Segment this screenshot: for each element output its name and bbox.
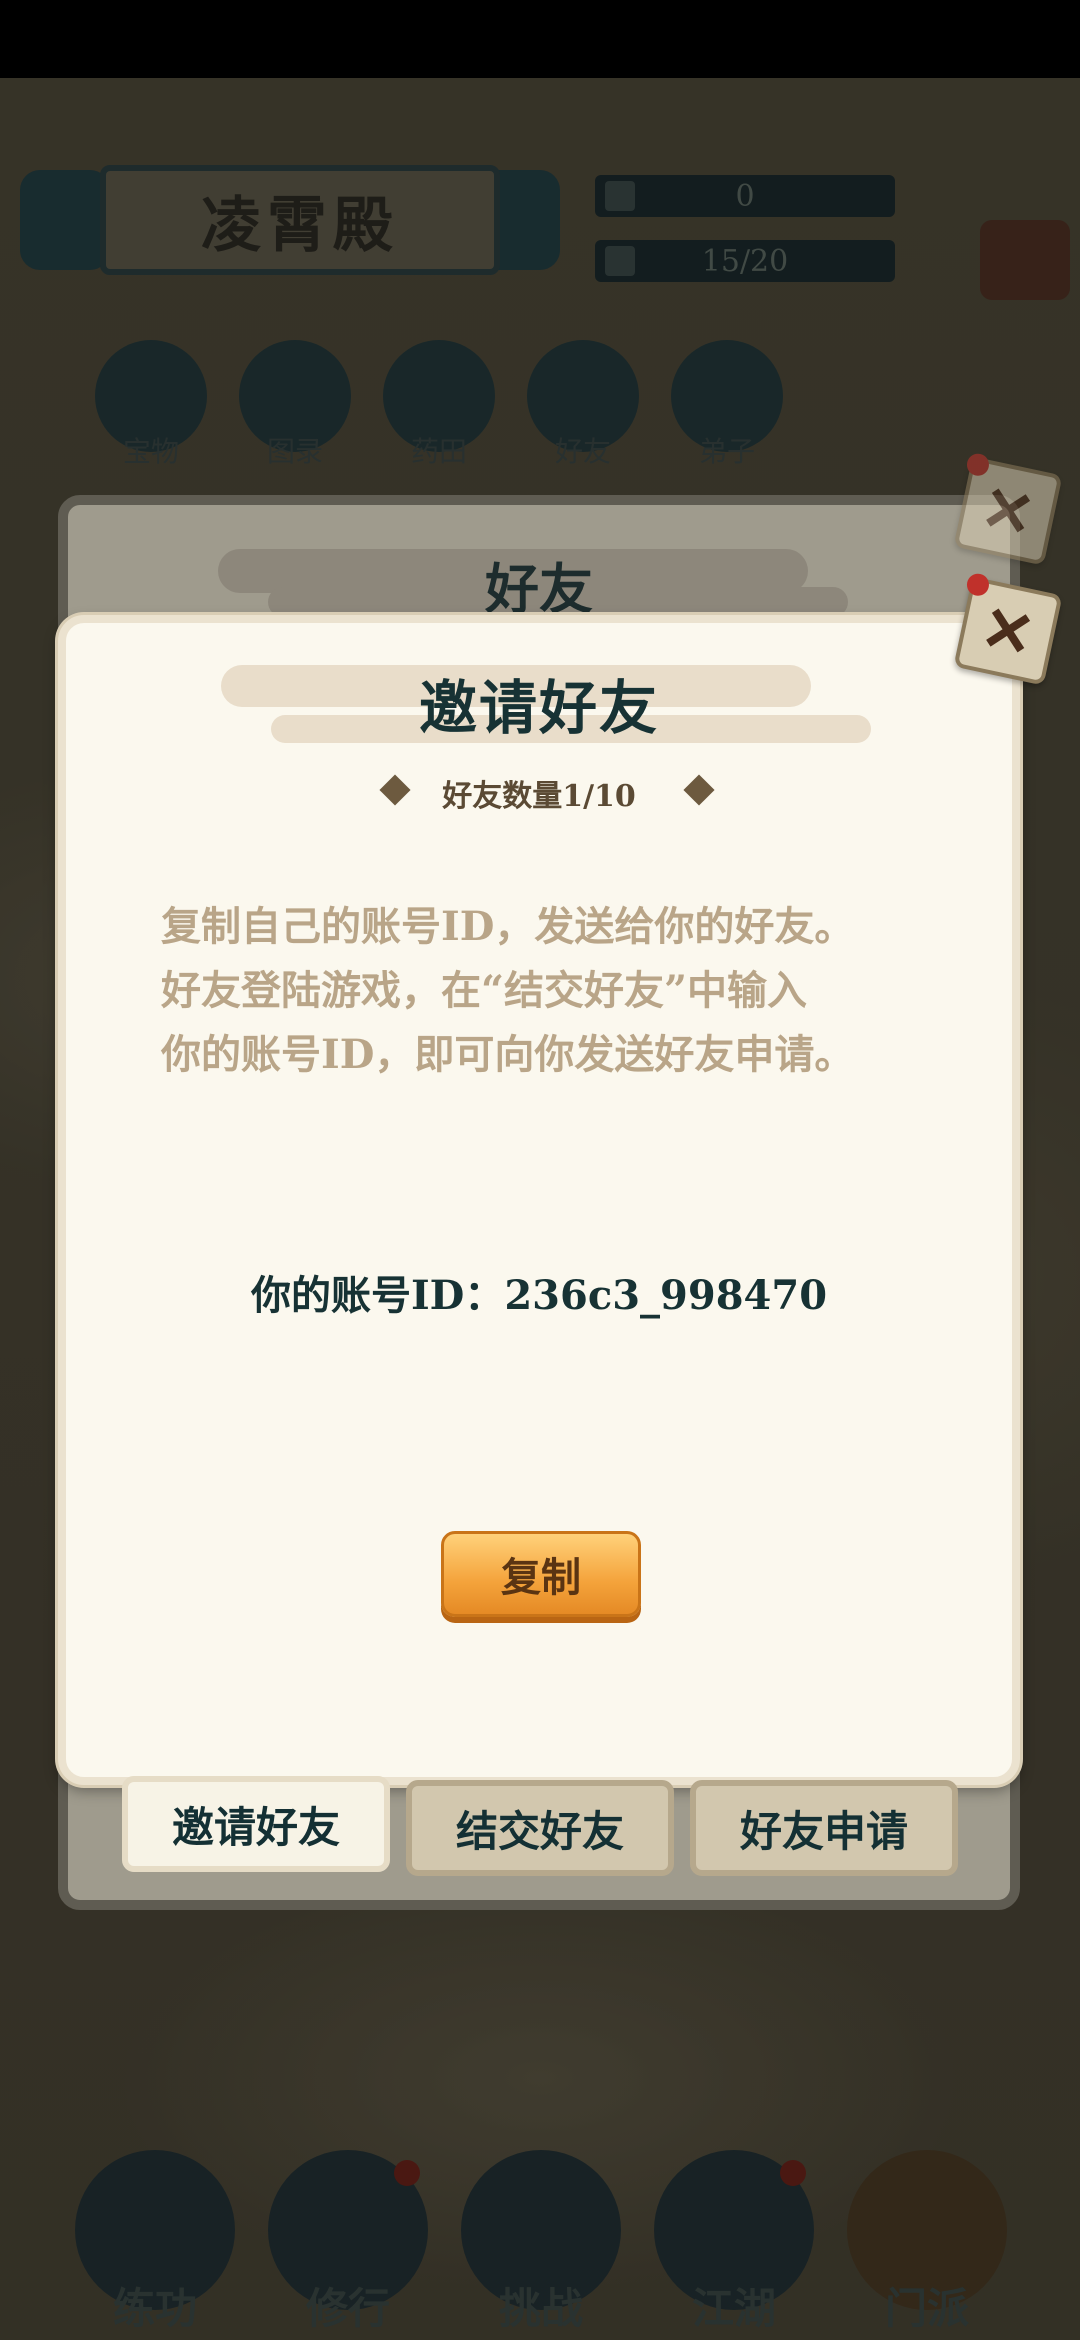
invite-instructions: 复制自己的账号ID，发送给你的好友。 好友登陆游戏，在“结交好友”中输入 你的账… [161, 895, 961, 1087]
status-bar [0, 0, 1080, 78]
friend-panel-title: 好友 [485, 557, 593, 621]
close-button[interactable]: ✕ [953, 571, 1063, 686]
account-id: 你的账号ID：236c3_998470 [250, 1272, 828, 1319]
close-icon: ✕ [974, 469, 1041, 553]
instruction-line: 复制自己的账号ID，发送给你的好友。 [161, 903, 855, 950]
invite-friends-popup: 邀请好友 好友数量1/10 复制自己的账号ID，发送给你的好友。 好友登陆游戏，… [58, 615, 1020, 1785]
instruction-line: 你的账号ID，即可向你发送好友申请。 [161, 1031, 855, 1078]
tab-friend-requests[interactable]: 好友申请 [690, 1780, 958, 1876]
instruction-line: 好友登陆游戏，在“结交好友”中输入 [161, 967, 808, 1014]
friend-panel-close-button[interactable]: ✕ [953, 451, 1063, 566]
tab-invite-friends[interactable]: 邀请好友 [122, 1776, 390, 1872]
close-icon: ✕ [974, 589, 1041, 673]
popup-title: 邀请好友 [418, 674, 659, 742]
tab-make-friends[interactable]: 结交好友 [406, 1780, 674, 1876]
copy-button[interactable]: 复制 [441, 1531, 641, 1617]
friend-count: 好友数量1/10 [442, 779, 636, 814]
